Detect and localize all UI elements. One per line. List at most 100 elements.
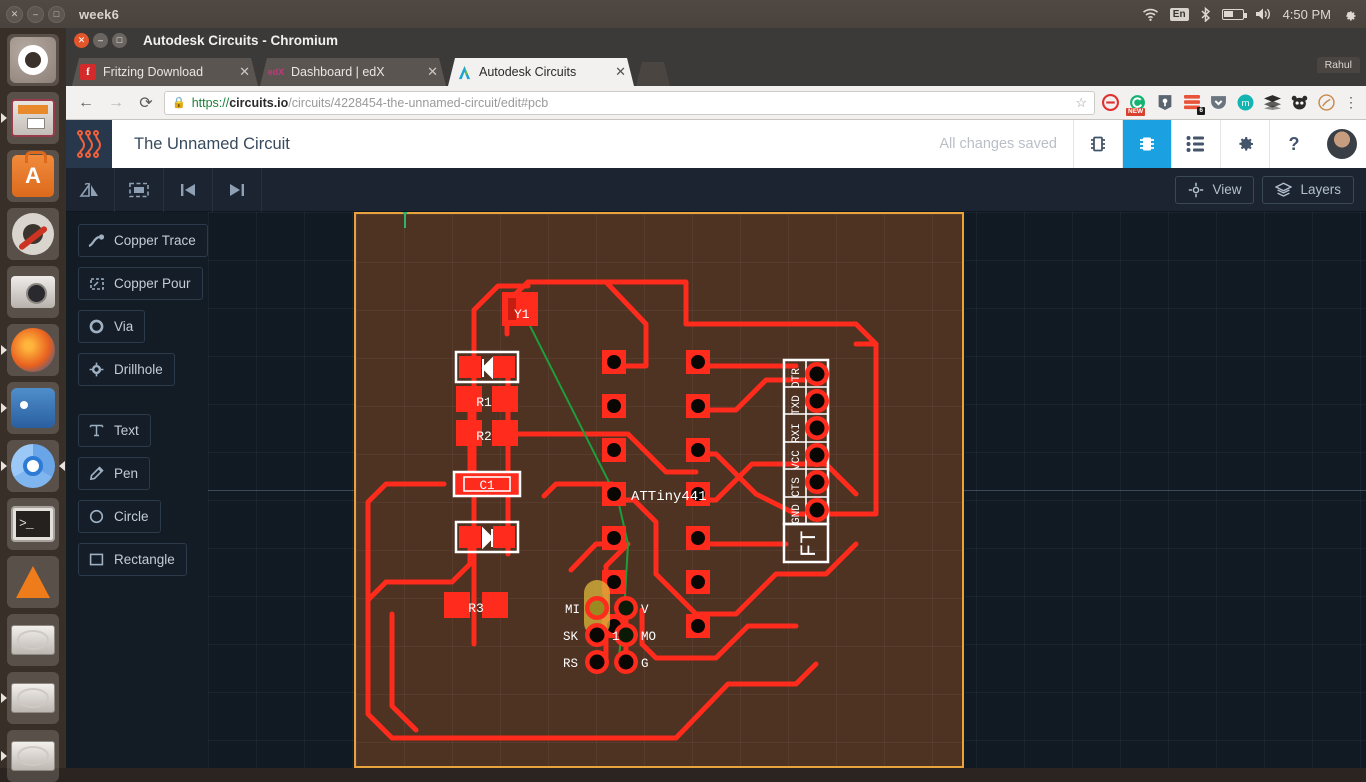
autodesk-extension-icon[interactable] bbox=[1317, 93, 1336, 112]
step-back-button[interactable] bbox=[164, 167, 213, 212]
clock[interactable]: 4:50 PM bbox=[1283, 7, 1331, 22]
component-label-r3: R3 bbox=[468, 601, 484, 616]
circle-icon bbox=[88, 508, 105, 525]
ubuntu-minimize-button[interactable]: – bbox=[27, 5, 44, 23]
view-button[interactable]: View bbox=[1175, 175, 1255, 204]
circle-tool[interactable]: Circle bbox=[78, 500, 161, 533]
launcher-item-vlc[interactable] bbox=[7, 556, 59, 608]
launcher-item-firefox[interactable] bbox=[7, 324, 59, 376]
help-button[interactable]: ? bbox=[1269, 120, 1318, 168]
new-tab-button[interactable] bbox=[636, 62, 670, 86]
fritzing-favicon: f bbox=[80, 64, 96, 80]
gear-icon[interactable] bbox=[1342, 7, 1357, 22]
pcb-workarea: Copper Trace Copper Pour Via Drillhole T… bbox=[66, 212, 1366, 768]
attiny441-component: ATTiny441 bbox=[602, 350, 710, 638]
bookmark-star-icon[interactable]: ☆ bbox=[1075, 95, 1087, 111]
layers-button-label: Layers bbox=[1300, 182, 1341, 197]
text-tool[interactable]: Text bbox=[78, 414, 151, 447]
ftdi-pin-label-rxi: RXI bbox=[791, 423, 803, 443]
rectangle-icon bbox=[88, 551, 105, 568]
tool-label: Copper Trace bbox=[114, 233, 196, 248]
fit-to-screen-button[interactable] bbox=[115, 167, 164, 212]
launcher-item-fish-app[interactable] bbox=[7, 382, 59, 434]
launcher-item-camera[interactable] bbox=[7, 266, 59, 318]
rectangle-tool[interactable]: Rectangle bbox=[78, 543, 187, 576]
isp-pin-label-v: V bbox=[641, 603, 649, 617]
browser-tab-autodesk-circuits[interactable]: Autodesk Circuits ✕ bbox=[448, 58, 634, 86]
keeper-extension-icon[interactable] bbox=[1155, 93, 1174, 112]
keyboard-layout-indicator[interactable]: En bbox=[1169, 7, 1189, 21]
back-arrow-icon[interactable]: ← bbox=[74, 91, 98, 115]
bluetooth-icon[interactable] bbox=[1200, 6, 1211, 22]
via-tool[interactable]: Via bbox=[78, 310, 146, 343]
launcher-item-software-center[interactable]: A bbox=[7, 150, 59, 202]
extension-badge: NEW bbox=[1126, 108, 1146, 116]
browser-tab-edx[interactable]: edX Dashboard | edX ✕ bbox=[260, 58, 446, 86]
component-label-r2: R2 bbox=[476, 429, 492, 444]
adblock-extension-icon[interactable] bbox=[1101, 93, 1120, 112]
step-forward-button[interactable] bbox=[213, 167, 262, 212]
pcb-view-button[interactable] bbox=[1122, 120, 1171, 168]
launcher-item-disk-1[interactable] bbox=[7, 614, 59, 666]
component-r2: R2 bbox=[456, 420, 518, 446]
address-bar[interactable]: 🔒 https://circuits.io/circuits/4228454-t… bbox=[164, 90, 1095, 115]
system-settings-icon bbox=[12, 213, 54, 255]
app-header: The Unnamed Circuit All changes saved ? bbox=[66, 120, 1366, 168]
close-tab-icon[interactable]: ✕ bbox=[239, 64, 250, 80]
chromium-profile-button[interactable]: Rahul bbox=[1316, 57, 1360, 73]
chromium-window-title: Autodesk Circuits - Chromium bbox=[143, 32, 339, 48]
drillhole-tool[interactable]: Drillhole bbox=[78, 353, 175, 386]
chromium-close-button[interactable]: ✕ bbox=[74, 32, 89, 48]
forward-arrow-icon[interactable]: → bbox=[104, 91, 128, 115]
pen-tool[interactable]: Pen bbox=[78, 457, 151, 490]
text-icon bbox=[88, 422, 105, 439]
settings-button[interactable] bbox=[1220, 120, 1269, 168]
panda-extension-icon[interactable] bbox=[1290, 93, 1309, 112]
layers-button[interactable]: Layers bbox=[1262, 175, 1354, 204]
chromium-minimize-button[interactable]: – bbox=[93, 32, 108, 48]
close-tab-icon[interactable]: ✕ bbox=[427, 64, 438, 80]
circuits-io-logo[interactable] bbox=[66, 120, 112, 168]
reload-icon[interactable]: ⟳ bbox=[134, 91, 158, 115]
chromium-window: ✕ – □ Autodesk Circuits - Chromium f Fri… bbox=[66, 26, 1366, 768]
grammarly-extension-icon[interactable]: NEW bbox=[1126, 93, 1147, 116]
launcher-item-ubuntu-dash[interactable] bbox=[7, 34, 59, 86]
close-tab-icon[interactable]: ✕ bbox=[615, 64, 626, 80]
launcher-item-terminal[interactable]: >_ bbox=[7, 498, 59, 550]
volume-icon[interactable] bbox=[1255, 7, 1272, 21]
launcher-item-system-settings[interactable] bbox=[7, 208, 59, 260]
extension-toolbar: NEW 6 m ⋮ bbox=[1101, 93, 1358, 116]
wifi-icon[interactable] bbox=[1142, 8, 1159, 21]
pcb-artwork[interactable]: ATTiny441 Y1 R1 R2 C1 R3 MI V SK 1 MO RS… bbox=[356, 214, 962, 766]
avatar[interactable] bbox=[1327, 129, 1357, 159]
chromium-maximize-button[interactable]: □ bbox=[112, 32, 127, 48]
battery-icon[interactable] bbox=[1221, 8, 1247, 20]
buffer-extension-icon[interactable] bbox=[1263, 93, 1282, 112]
copper-trace-tool[interactable]: Copper Trace bbox=[78, 224, 208, 257]
ubuntu-maximize-button[interactable]: □ bbox=[48, 5, 65, 23]
ubuntu-close-button[interactable]: ✕ bbox=[6, 5, 23, 23]
rotate-flip-button[interactable] bbox=[66, 167, 115, 212]
components-list-button[interactable] bbox=[1171, 120, 1220, 168]
launcher-item-disk-3[interactable] bbox=[7, 730, 59, 782]
ubuntu-system-tray: En 4:50 PM bbox=[1142, 6, 1366, 22]
launcher-item-files[interactable] bbox=[7, 92, 59, 144]
disk-icon bbox=[11, 683, 55, 713]
pcb-canvas[interactable]: ATTiny441 Y1 R1 R2 C1 R3 MI V SK 1 MO RS… bbox=[208, 212, 1366, 768]
browser-tab-fritzing[interactable]: f Fritzing Download ✕ bbox=[72, 58, 258, 86]
schematic-view-button[interactable] bbox=[1073, 120, 1122, 168]
component-y1: Y1 bbox=[502, 292, 538, 326]
tab-label: Dashboard | edX bbox=[291, 65, 385, 79]
pcb-tool-panel: Copper Trace Copper Pour Via Drillhole T… bbox=[66, 212, 208, 768]
ftdi-pin-label-cts: CTS bbox=[791, 477, 803, 497]
launcher-item-disk-2[interactable] bbox=[7, 672, 59, 724]
launcher-item-chromium[interactable] bbox=[7, 440, 59, 492]
component-label-y1: Y1 bbox=[514, 307, 530, 322]
isp-pin-label-1: 1 bbox=[612, 630, 620, 644]
copper-pour-tool[interactable]: Copper Pour bbox=[78, 267, 203, 300]
pcb-board[interactable]: ATTiny441 Y1 R1 R2 C1 R3 MI V SK 1 MO RS… bbox=[354, 212, 964, 768]
feedly-extension-icon[interactable]: 6 bbox=[1182, 93, 1205, 115]
kebab-menu-icon[interactable]: ⋮ bbox=[1344, 95, 1358, 110]
pocket-extension-icon[interactable] bbox=[1209, 93, 1228, 112]
mendeley-extension-icon[interactable]: m bbox=[1236, 93, 1255, 112]
